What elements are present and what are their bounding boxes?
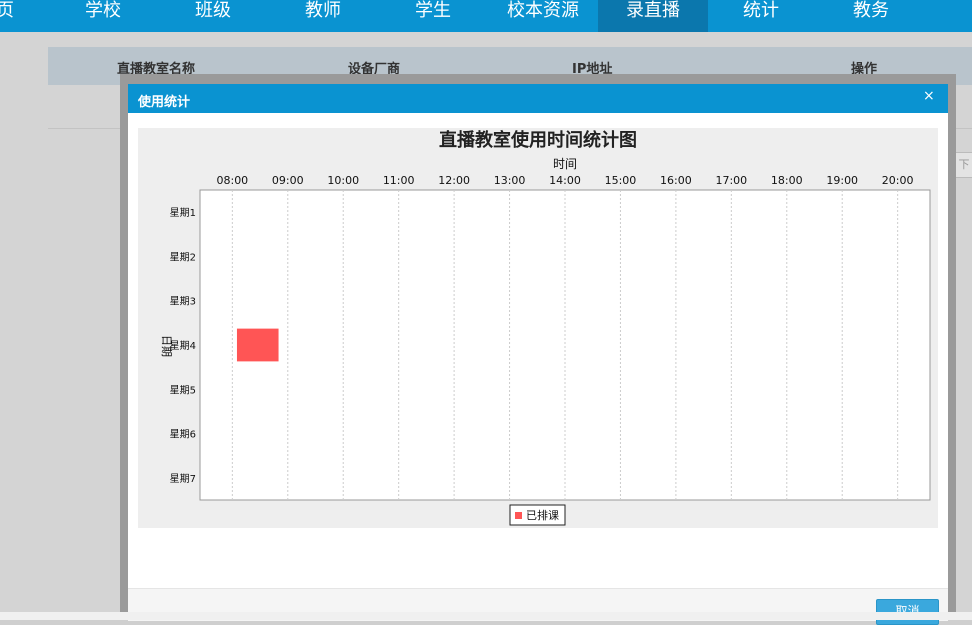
chart-title: 直播教室使用时间统计图	[439, 129, 637, 151]
dialog-header: 使用统计 ×	[128, 84, 948, 113]
x-tick-label: 10:00	[327, 174, 359, 187]
x-tick-label: 16:00	[660, 174, 692, 187]
nav-item-stats[interactable]: 统计	[716, 0, 806, 32]
nav-item-class[interactable]: 班级	[168, 0, 258, 32]
x-axis-label: 时间	[553, 157, 577, 171]
x-tick-label: 12:00	[438, 174, 470, 187]
chart-area: 直播教室使用时间统计图 时间 日期 08:00 09:00 10:00 11:00 12…	[138, 128, 938, 528]
close-icon[interactable]: ×	[923, 88, 935, 104]
nav-item-academic[interactable]: 教务	[826, 0, 916, 32]
x-tick-label: 08:00	[216, 174, 248, 187]
x-tick-label: 20:00	[882, 174, 914, 187]
y-tick-label: 星期7	[170, 473, 196, 485]
plot-area	[199, 189, 931, 501]
usage-chart: 直播教室使用时间统计图 时间 日期 08:00 09:00 10:00 11:00 12…	[160, 129, 931, 526]
usage-stats-dialog: 使用统计 × 直播教室使用时间统计图 时间 日期 08:00 09:00 10:00…	[128, 84, 948, 625]
nav-item-live[interactable]: 录直播	[598, 0, 708, 32]
y-tick-label: 星期6	[170, 429, 196, 441]
x-tick-label: 18:00	[771, 174, 803, 187]
top-nav: 页 学校 班级 教师 学生 校本资源 录直播 统计 教务	[0, 0, 972, 32]
x-tick-label: 15:00	[605, 174, 637, 187]
y-tick-label: 星期4	[170, 340, 196, 352]
x-tick-label: 17:00	[715, 174, 747, 187]
y-tick-label: 星期1	[170, 207, 196, 219]
legend-label: 已排课	[526, 508, 559, 522]
x-tick-label: 13:00	[494, 174, 526, 187]
y-tick-label: 星期3	[170, 296, 196, 308]
nav-item-student[interactable]: 学生	[388, 0, 478, 32]
x-tick-label: 14:00	[549, 174, 581, 187]
nav-item-home[interactable]: 页	[0, 0, 20, 32]
chart-legend: 已排课	[509, 504, 566, 526]
x-tick-label: 11:00	[383, 174, 415, 187]
y-tick-label: 星期2	[170, 251, 196, 263]
x-tick-label: 19:00	[826, 174, 858, 187]
nav-item-school[interactable]: 学校	[58, 0, 148, 32]
dialog-title: 使用统计	[138, 95, 191, 110]
bottom-strip	[0, 612, 972, 620]
x-tick-label: 09:00	[272, 174, 304, 187]
nav-item-teacher[interactable]: 教师	[278, 0, 368, 32]
nav-item-resources[interactable]: 校本资源	[490, 0, 596, 32]
schedule-bar	[236, 328, 279, 362]
background-partial-button[interactable]: 下	[954, 152, 972, 178]
y-tick-label: 星期5	[170, 384, 196, 396]
legend-swatch	[515, 512, 522, 519]
